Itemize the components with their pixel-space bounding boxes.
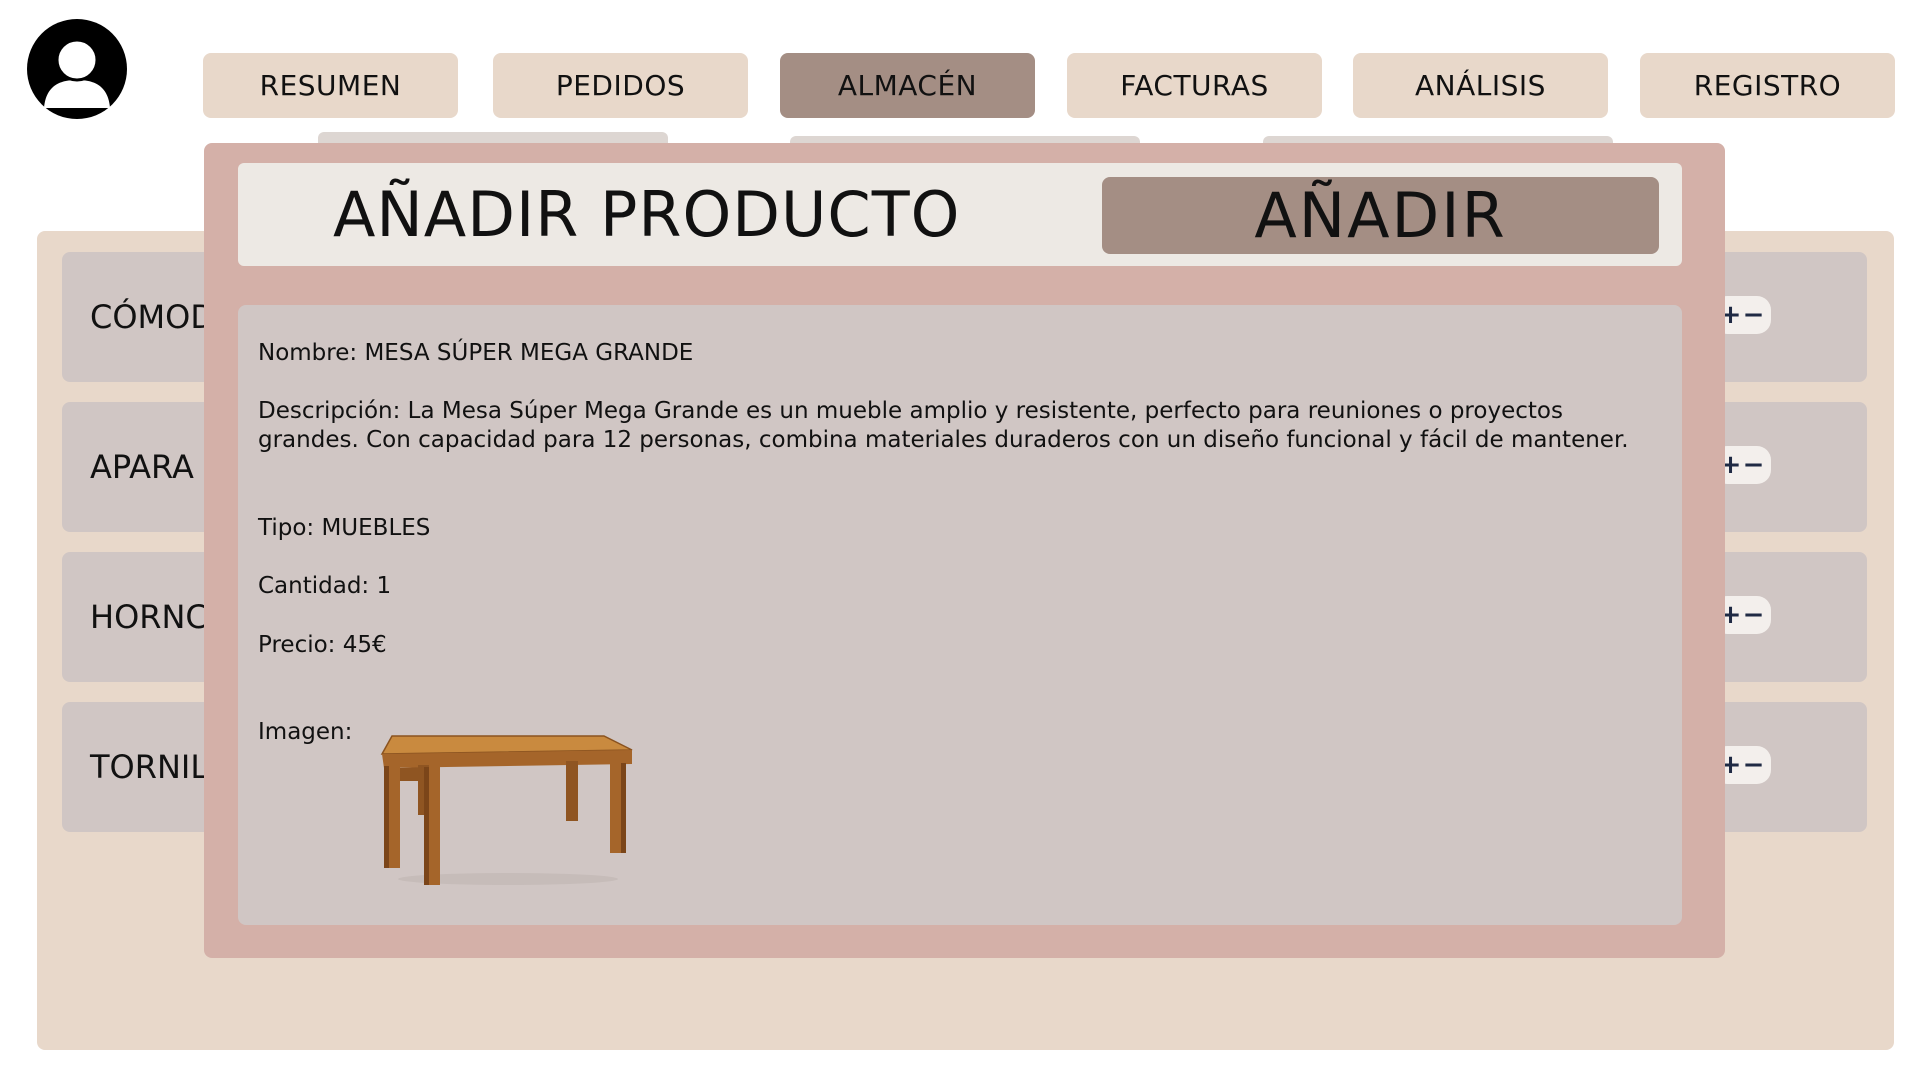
product-details: Nombre: MESA SÚPER MEGA GRANDE Descripci… xyxy=(238,305,1682,925)
inventory-row-label: HORNC xyxy=(90,598,208,636)
tab-resumen[interactable]: RESUMEN xyxy=(203,53,458,118)
minus-icon[interactable]: − xyxy=(1743,750,1765,780)
tab-analisis[interactable]: ANÁLISIS xyxy=(1353,53,1608,118)
modal-header: AÑADIR PRODUCTO AÑADIR xyxy=(238,163,1682,266)
add-button[interactable]: AÑADIR xyxy=(1102,177,1659,254)
product-quantity: Cantidad: 1 xyxy=(258,573,392,599)
product-description: Descripción: La Mesa Súper Mega Grande e… xyxy=(258,398,1629,453)
tab-registro[interactable]: REGISTRO xyxy=(1640,53,1895,118)
minus-icon[interactable]: − xyxy=(1743,450,1765,480)
tab-facturas[interactable]: FACTURAS xyxy=(1067,53,1322,118)
tab-pedidos[interactable]: PEDIDOS xyxy=(493,53,748,118)
wooden-table-image xyxy=(378,721,638,891)
product-type: Tipo: MUEBLES xyxy=(258,515,431,541)
product-name: Nombre: MESA SÚPER MEGA GRANDE xyxy=(258,340,694,366)
product-image-label: Imagen: xyxy=(258,719,353,745)
product-price: Precio: 45€ xyxy=(258,632,387,658)
tab-almacen[interactable]: ALMACÉN xyxy=(780,53,1035,118)
user-avatar-icon[interactable] xyxy=(24,16,130,122)
minus-icon[interactable]: − xyxy=(1743,300,1765,330)
inventory-row-label: CÓMOD xyxy=(90,298,215,336)
inventory-row-label: APARA xyxy=(90,448,194,486)
add-product-modal: AÑADIR PRODUCTO AÑADIR Nombre: MESA SÚPE… xyxy=(204,143,1725,958)
modal-title: AÑADIR PRODUCTO xyxy=(333,178,961,251)
inventory-row-label: TORNIL xyxy=(90,748,209,786)
minus-icon[interactable]: − xyxy=(1743,600,1765,630)
